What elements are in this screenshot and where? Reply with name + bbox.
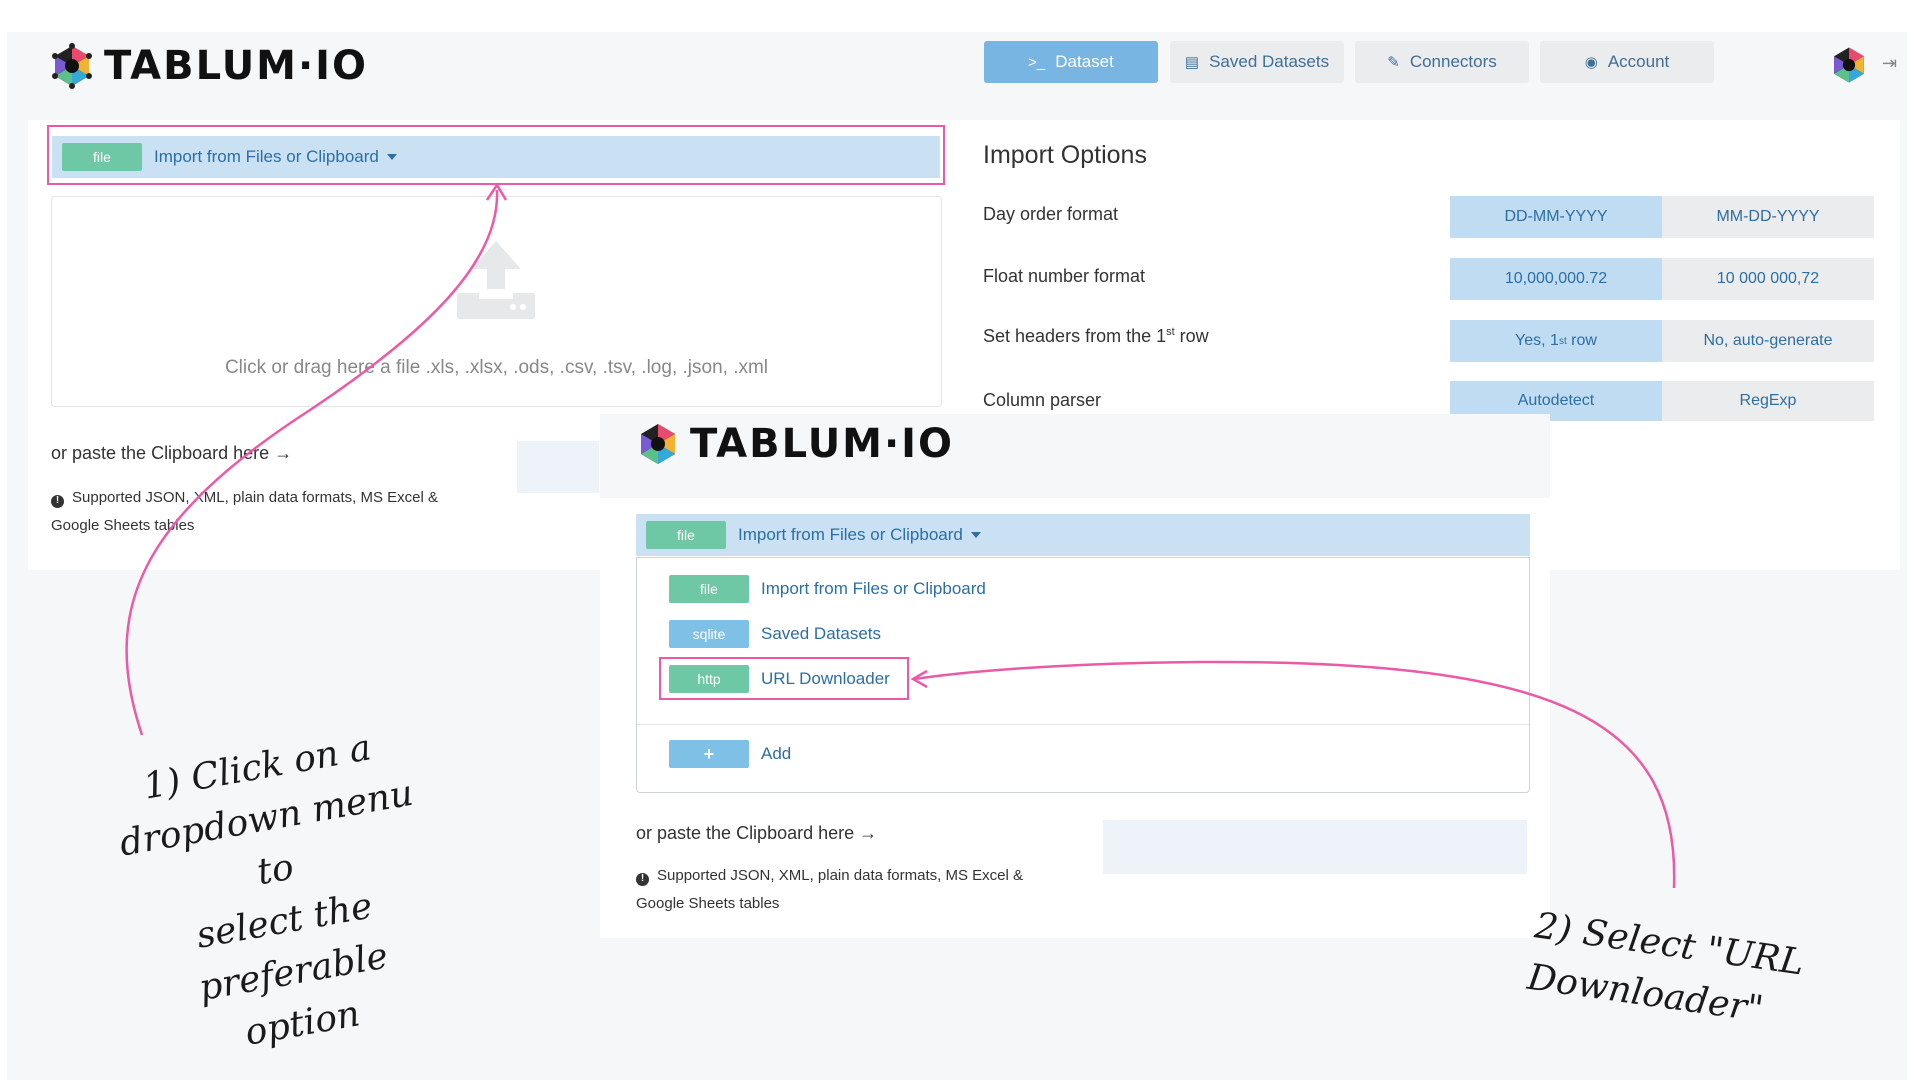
arrow-step1	[125, 189, 499, 736]
arrow-step2	[914, 660, 1676, 889]
annotation-step1: 1) Click on a dropdown menu to select th…	[85, 713, 474, 1079]
